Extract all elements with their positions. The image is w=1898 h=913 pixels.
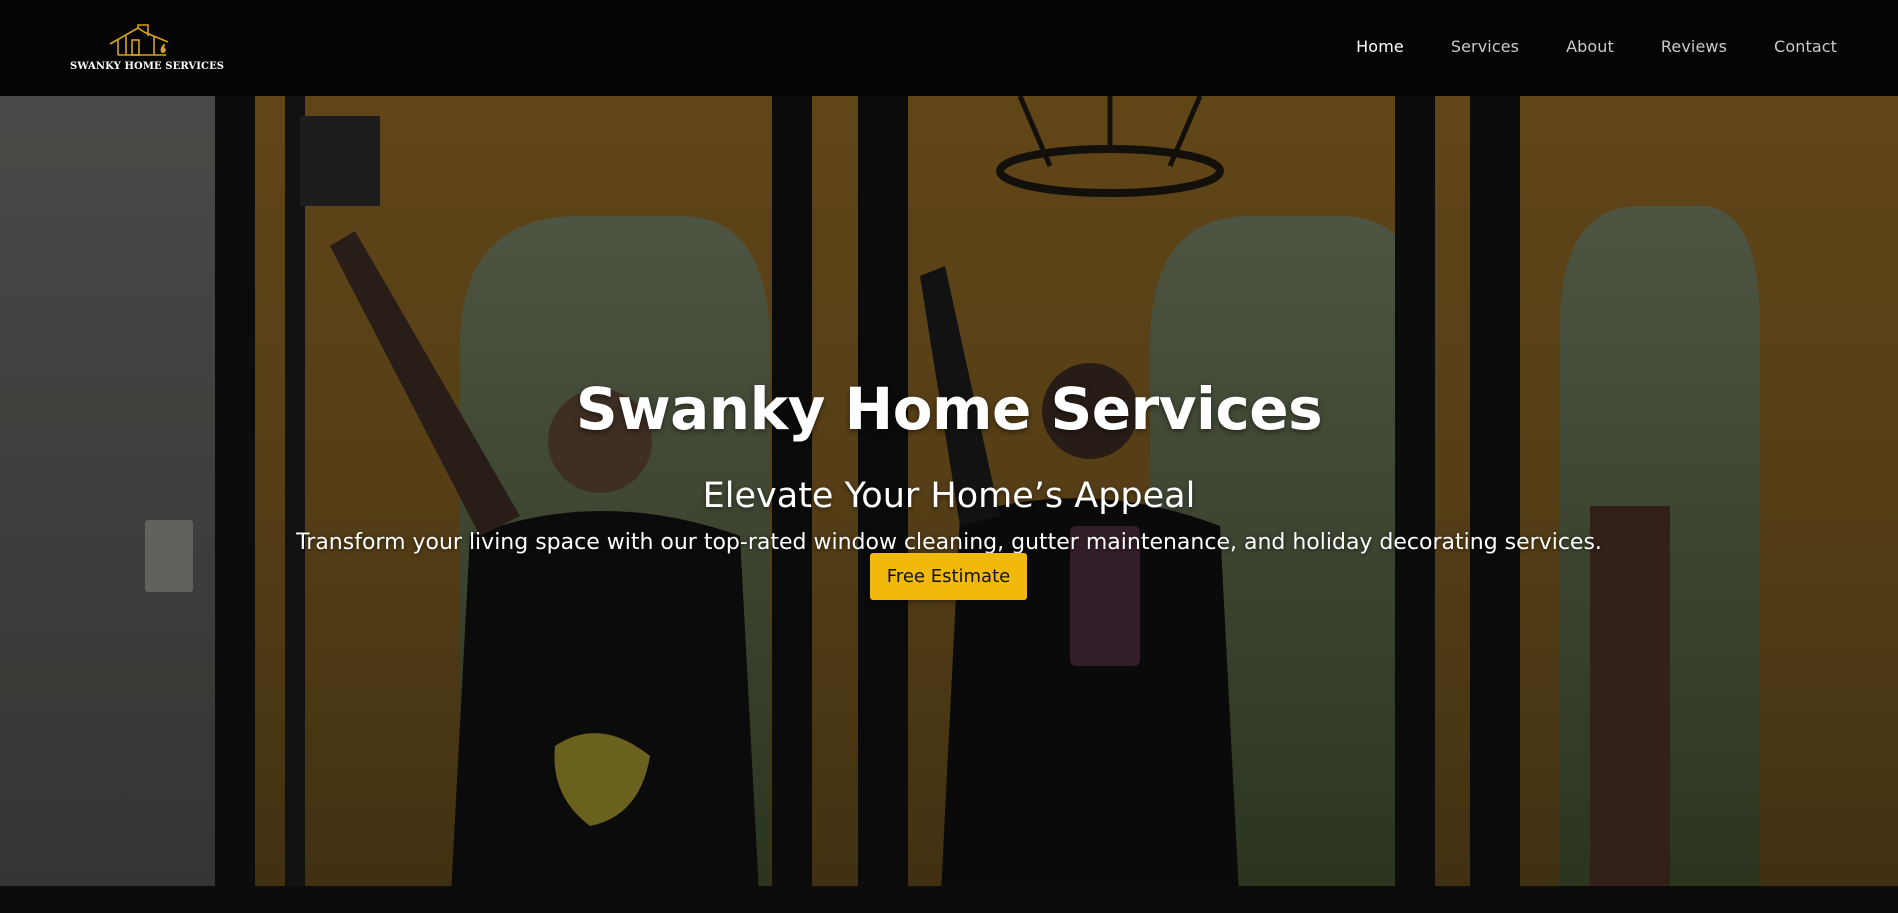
site-logo[interactable]: SWANKY HOME SERVICES (70, 22, 225, 74)
free-estimate-button[interactable]: Free Estimate (870, 553, 1027, 600)
hero-subtitle: Elevate Your Home’s Appeal (702, 476, 1196, 517)
hero-description: Transform your living space with our top… (296, 530, 1602, 555)
nav-services[interactable]: Services (1451, 37, 1519, 56)
hero-title: Swanky Home Services (575, 374, 1323, 443)
hero-section: Swanky Home Services Elevate Your Home’s… (0, 96, 1898, 913)
page: SWANKY HOME SERVICES Home Services About… (0, 0, 1898, 913)
site-header: SWANKY HOME SERVICES Home Services About… (0, 0, 1898, 96)
nav-about[interactable]: About (1566, 37, 1614, 56)
logo-text: SWANKY HOME SERVICES (70, 61, 225, 72)
nav-contact[interactable]: Contact (1774, 37, 1837, 56)
nav-home[interactable]: Home (1356, 37, 1404, 56)
nav-reviews[interactable]: Reviews (1661, 37, 1727, 56)
house-logo-icon (109, 24, 169, 56)
main-nav: Home Services About Reviews Contact (1356, 37, 1837, 56)
